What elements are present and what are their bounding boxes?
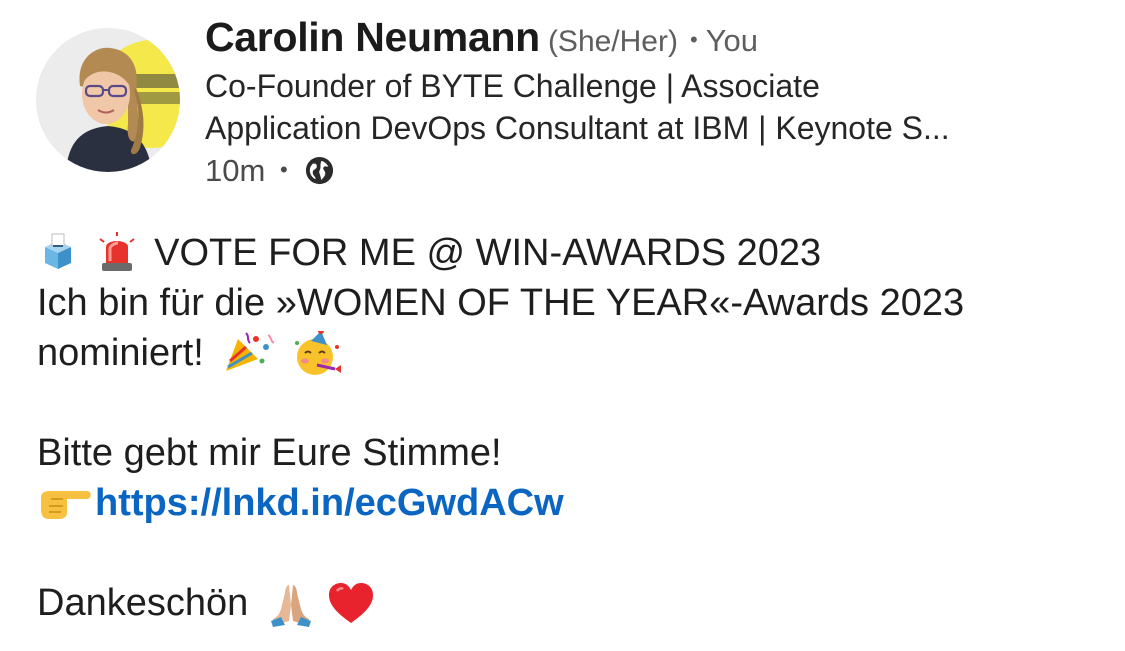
red-heart-icon [327, 581, 375, 623]
you-label: You [705, 23, 758, 58]
post-line-1: VOTE FOR ME @ WIN-AWARDS 2023 [37, 228, 1107, 278]
headline-line-1: Co-Founder of BYTE Challenge | Associate [205, 68, 820, 104]
folded-hands-icon [267, 581, 315, 627]
author-name[interactable]: Carolin Neumann [205, 14, 540, 60]
separator-dot: • [689, 27, 698, 52]
post-line-3: nominiert! [37, 328, 1107, 378]
post-line-6-text: Dankeschön [37, 582, 249, 624]
post-time: 10m [205, 153, 266, 188]
post-line-3-text: nominiert! [37, 332, 204, 374]
globe-icon [304, 154, 335, 185]
police-light-icon [96, 231, 138, 273]
post-line-6: Dankeschön [37, 578, 1107, 628]
name-line: Carolin Neumann (She/Her) • You [205, 10, 1115, 64]
pointing-finger-icon [37, 481, 95, 523]
author-pronouns: (She/Her) [547, 25, 678, 58]
post-line-1-text: VOTE FOR ME @ WIN-AWARDS 2023 [154, 232, 822, 274]
ballot-box-icon [37, 231, 79, 273]
vote-link[interactable]: https://lnkd.in/ecGwdACw [95, 482, 564, 524]
avatar[interactable] [36, 28, 180, 172]
post-line-5: https://lnkd.in/ecGwdACw [37, 478, 1107, 528]
post-body: VOTE FOR ME @ WIN-AWARDS 2023 Ich bin fü… [37, 228, 1107, 628]
meta-separator: • [279, 157, 288, 182]
post-meta: 10m • [205, 149, 1115, 193]
partying-face-icon [291, 331, 343, 375]
post-line-4: Bitte gebt mir Eure Stimme! [37, 432, 502, 474]
author-block: Carolin Neumann (She/Her) • You Co-Founder … [205, 10, 1115, 193]
headline-line-2: Application DevOps Consultant at IBM | K… [205, 110, 950, 146]
party-popper-icon [222, 331, 278, 373]
author-headline: Co-Founder of BYTE Challenge | Associate… [205, 65, 1105, 149]
post-line-2: Ich bin für die »WOMEN OF THE YEAR«-Awar… [37, 282, 965, 324]
avatar-photo [36, 28, 180, 172]
post-header: Carolin Neumann (She/Her) • You Co-Founder … [36, 10, 1116, 210]
